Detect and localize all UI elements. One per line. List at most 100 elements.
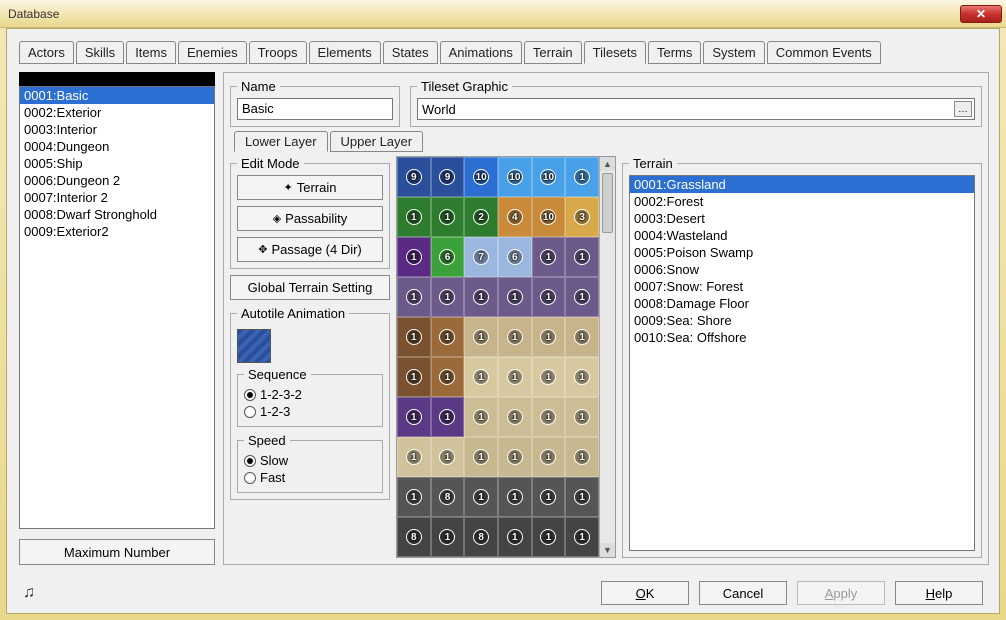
tile-cell[interactable]: 1: [464, 277, 498, 317]
tab-troops[interactable]: Troops: [249, 41, 307, 64]
list-item[interactable]: 0006:Dungeon 2: [20, 172, 214, 189]
list-item[interactable]: 0005:Ship: [20, 155, 214, 172]
terrain-list[interactable]: 0001:Grassland0002:Forest0003:Desert0004…: [629, 175, 975, 551]
tile-cell[interactable]: 1: [498, 477, 532, 517]
tab-lower-layer[interactable]: Lower Layer: [234, 131, 328, 152]
tile-grid[interactable]: 9910101011124103167611111111111111111111…: [397, 157, 599, 557]
tile-cell[interactable]: 1: [532, 517, 566, 557]
list-item[interactable]: 0002:Forest: [630, 193, 974, 210]
tile-cell[interactable]: 1: [565, 317, 599, 357]
tab-upper-layer[interactable]: Upper Layer: [330, 131, 424, 152]
tile-cell[interactable]: 1: [565, 517, 599, 557]
list-item[interactable]: 0003:Desert: [630, 210, 974, 227]
list-item[interactable]: 0001:Grassland: [630, 176, 974, 193]
music-icon[interactable]: ♫: [23, 584, 35, 602]
list-item[interactable]: 0009:Sea: Shore: [630, 312, 974, 329]
tile-cell[interactable]: 1: [431, 517, 465, 557]
tile-scrollbar[interactable]: ▲ ▼: [599, 157, 615, 557]
tile-cell[interactable]: 9: [431, 157, 465, 197]
tile-cell[interactable]: 1: [431, 437, 465, 477]
tab-tilesets[interactable]: Tilesets: [584, 41, 646, 64]
tile-cell[interactable]: 1: [464, 357, 498, 397]
tab-skills[interactable]: Skills: [76, 41, 124, 64]
graphic-combo[interactable]: World …: [417, 98, 975, 120]
tile-cell[interactable]: 1: [565, 477, 599, 517]
list-item[interactable]: 0010:Sea: Offshore: [630, 329, 974, 346]
tile-cell[interactable]: 9: [397, 157, 431, 197]
tile-cell[interactable]: 1: [532, 477, 566, 517]
tile-cell[interactable]: 1: [397, 237, 431, 277]
tile-cell[interactable]: 1: [464, 397, 498, 437]
tile-cell[interactable]: 1: [565, 237, 599, 277]
tile-cell[interactable]: 8: [431, 477, 465, 517]
tile-cell[interactable]: 1: [431, 277, 465, 317]
tile-cell[interactable]: 1: [565, 397, 599, 437]
list-item[interactable]: 0006:Snow: [630, 261, 974, 278]
tile-cell[interactable]: 1: [464, 317, 498, 357]
passability-button[interactable]: ◈ Passability: [237, 206, 383, 231]
tile-cell[interactable]: 1: [498, 357, 532, 397]
tab-terms[interactable]: Terms: [648, 41, 701, 64]
global-terrain-button[interactable]: Global Terrain Setting: [230, 275, 390, 300]
list-item[interactable]: 0007:Snow: Forest: [630, 278, 974, 295]
tab-items[interactable]: Items: [126, 41, 176, 64]
ok-button[interactable]: OK: [601, 581, 689, 605]
speed-option[interactable]: Fast: [244, 469, 376, 486]
scroll-down-icon[interactable]: ▼: [600, 543, 615, 557]
tile-cell[interactable]: 1: [397, 437, 431, 477]
close-button[interactable]: ✕: [960, 5, 1002, 23]
speed-option[interactable]: Slow: [244, 452, 376, 469]
tile-cell[interactable]: 10: [464, 157, 498, 197]
list-item[interactable]: 0008:Dwarf Stronghold: [20, 206, 214, 223]
tab-states[interactable]: States: [383, 41, 438, 64]
list-item[interactable]: 0004:Dungeon: [20, 138, 214, 155]
list-item[interactable]: 0005:Poison Swamp: [630, 244, 974, 261]
tile-cell[interactable]: 2: [464, 197, 498, 237]
tile-cell[interactable]: 1: [397, 197, 431, 237]
tab-actors[interactable]: Actors: [19, 41, 74, 64]
tile-cell[interactable]: 1: [397, 277, 431, 317]
tile-cell[interactable]: 7: [464, 237, 498, 277]
list-item[interactable]: 0003:Interior: [20, 121, 214, 138]
tile-cell[interactable]: 1: [464, 477, 498, 517]
tile-cell[interactable]: 1: [397, 477, 431, 517]
cancel-button[interactable]: Cancel: [699, 581, 787, 605]
tile-cell[interactable]: 1: [431, 357, 465, 397]
tile-cell[interactable]: 10: [498, 157, 532, 197]
tile-cell[interactable]: 1: [498, 397, 532, 437]
tile-cell[interactable]: 3: [565, 197, 599, 237]
tile-cell[interactable]: 1: [532, 397, 566, 437]
tile-cell[interactable]: 1: [397, 357, 431, 397]
tab-common-events[interactable]: Common Events: [767, 41, 881, 64]
tile-cell[interactable]: 10: [532, 157, 566, 197]
list-item[interactable]: 0008:Damage Floor: [630, 295, 974, 312]
tileset-list[interactable]: 0001:Basic0002:Exterior0003:Interior0004…: [19, 86, 215, 529]
tile-cell[interactable]: 1: [498, 517, 532, 557]
name-input[interactable]: Basic: [237, 98, 393, 120]
tile-cell[interactable]: 1: [532, 357, 566, 397]
tab-elements[interactable]: Elements: [309, 41, 381, 64]
list-item[interactable]: 0002:Exterior: [20, 104, 214, 121]
tile-cell[interactable]: 1: [498, 317, 532, 357]
tile-cell[interactable]: 1: [397, 397, 431, 437]
tile-cell[interactable]: 1: [532, 277, 566, 317]
tile-cell[interactable]: 6: [431, 237, 465, 277]
tile-cell[interactable]: 1: [532, 317, 566, 357]
tile-cell[interactable]: 1: [532, 437, 566, 477]
tab-system[interactable]: System: [703, 41, 764, 64]
tile-cell[interactable]: 6: [498, 237, 532, 277]
tile-cell[interactable]: 1: [565, 437, 599, 477]
tile-cell[interactable]: 8: [397, 517, 431, 557]
ellipsis-icon[interactable]: …: [954, 101, 972, 117]
sequence-option[interactable]: 1-2-3-2: [244, 386, 376, 403]
tab-enemies[interactable]: Enemies: [178, 41, 247, 64]
apply-button[interactable]: Apply: [797, 581, 885, 605]
help-button[interactable]: Help: [895, 581, 983, 605]
sequence-option[interactable]: 1-2-3: [244, 403, 376, 420]
tile-cell[interactable]: 1: [464, 437, 498, 477]
tile-cell[interactable]: 8: [464, 517, 498, 557]
list-item[interactable]: 0004:Wasteland: [630, 227, 974, 244]
tab-terrain[interactable]: Terrain: [524, 41, 582, 64]
passage4-button[interactable]: ✥ Passage (4 Dir): [237, 237, 383, 262]
list-item[interactable]: 0007:Interior 2: [20, 189, 214, 206]
